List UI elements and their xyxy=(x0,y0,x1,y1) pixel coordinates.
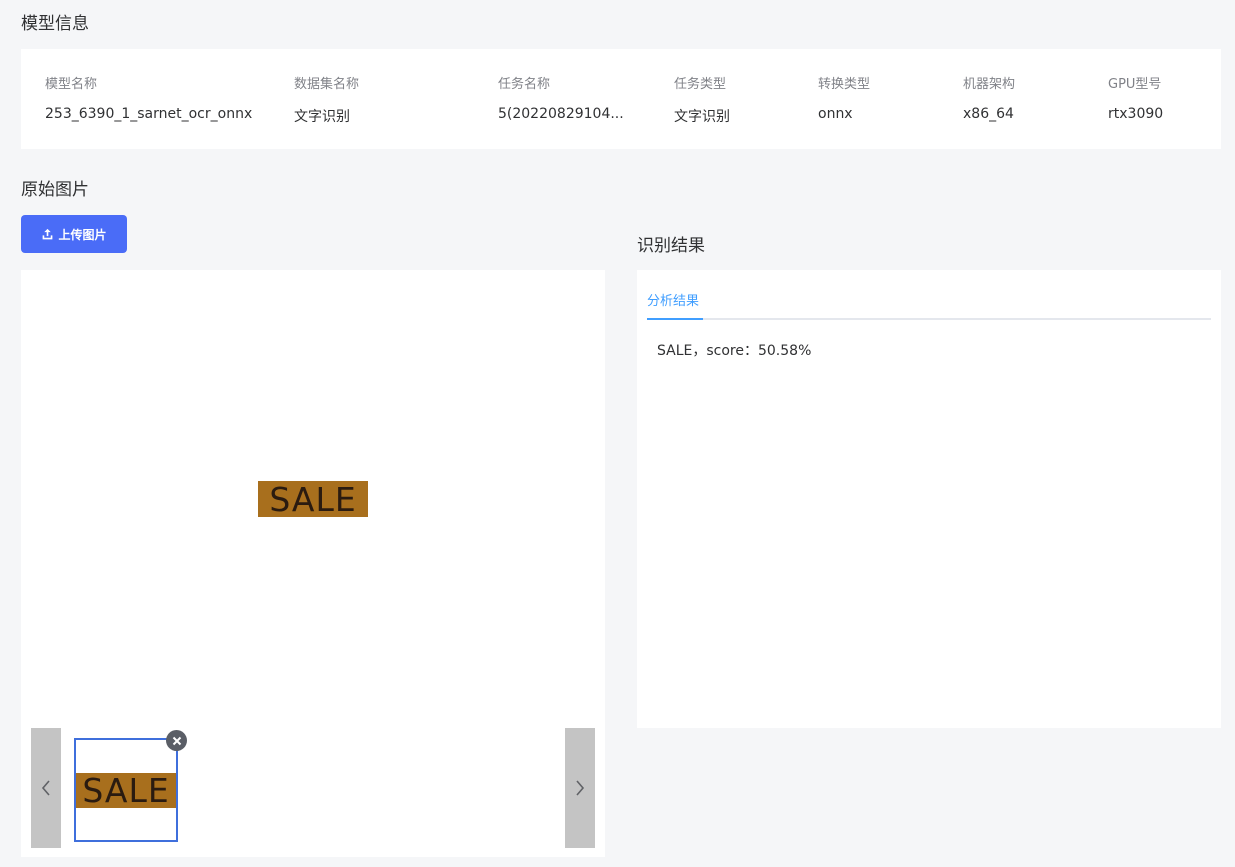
tab-analysis-result[interactable]: 分析结果 xyxy=(647,290,699,319)
result-title: 识别结果 xyxy=(637,236,705,256)
info-label: 任务类型 xyxy=(674,77,727,92)
info-field-gpu-model: GPU型号 rtx3090 xyxy=(1108,73,1208,122)
info-label: 数据集名称 xyxy=(294,77,360,92)
info-label: 任务名称 xyxy=(498,77,551,92)
tab-label: 分析结果 xyxy=(647,294,700,309)
chevron-right-icon xyxy=(576,780,585,796)
model-info-title: 模型信息 xyxy=(21,14,89,34)
result-panel: 分析结果 SALE，score：50.58% xyxy=(637,270,1221,728)
model-info-card: 模型名称 253_6390_1_sarnet_ocr_onnx 数据集名称 文字… xyxy=(21,49,1221,149)
thumbnail-image: SALE xyxy=(76,771,176,810)
original-image-title: 原始图片 xyxy=(21,180,89,200)
image-thumbnail[interactable]: SALE xyxy=(74,738,178,842)
info-label: GPU型号 xyxy=(1108,77,1162,92)
info-field-dataset-name: 数据集名称 文字识别 xyxy=(294,73,474,126)
info-field-convert-type: 转换类型 onnx xyxy=(818,73,948,122)
remove-thumbnail-button[interactable] xyxy=(166,730,187,751)
info-value: 文字识别 xyxy=(294,109,350,125)
upload-image-button[interactable]: 上传图片 xyxy=(21,215,127,253)
tab-active-indicator xyxy=(647,318,703,320)
info-field-task-type: 任务类型 文字识别 xyxy=(674,73,804,126)
info-field-architecture: 机器架构 x86_64 xyxy=(963,73,1093,122)
info-label: 机器架构 xyxy=(963,77,1016,92)
info-value: x86_64 xyxy=(963,106,1014,122)
info-value: rtx3090 xyxy=(1108,106,1164,122)
upload-button-label: 上传图片 xyxy=(58,227,107,242)
info-value: 文字识别 xyxy=(674,109,730,125)
result-text: SALE，score：50.58% xyxy=(657,343,812,359)
info-field-model-name: 模型名称 253_6390_1_sarnet_ocr_onnx xyxy=(45,73,275,122)
close-icon xyxy=(172,736,181,745)
image-preview-panel: SALE SALE xyxy=(21,270,605,857)
info-value: 5(20220829104... xyxy=(498,106,624,122)
upload-icon xyxy=(43,228,53,239)
next-image-button[interactable] xyxy=(565,728,595,848)
info-value: onnx xyxy=(818,106,853,122)
info-label: 模型名称 xyxy=(45,77,98,92)
info-value: 253_6390_1_sarnet_ocr_onnx xyxy=(45,106,253,122)
info-label: 转换类型 xyxy=(818,77,871,92)
prev-image-button[interactable] xyxy=(31,728,61,848)
result-tabs: 分析结果 xyxy=(647,270,1211,320)
info-field-task-name: 任务名称 5(20220829104... xyxy=(498,73,648,122)
preview-image: SALE xyxy=(258,480,368,519)
chevron-left-icon xyxy=(41,780,50,796)
